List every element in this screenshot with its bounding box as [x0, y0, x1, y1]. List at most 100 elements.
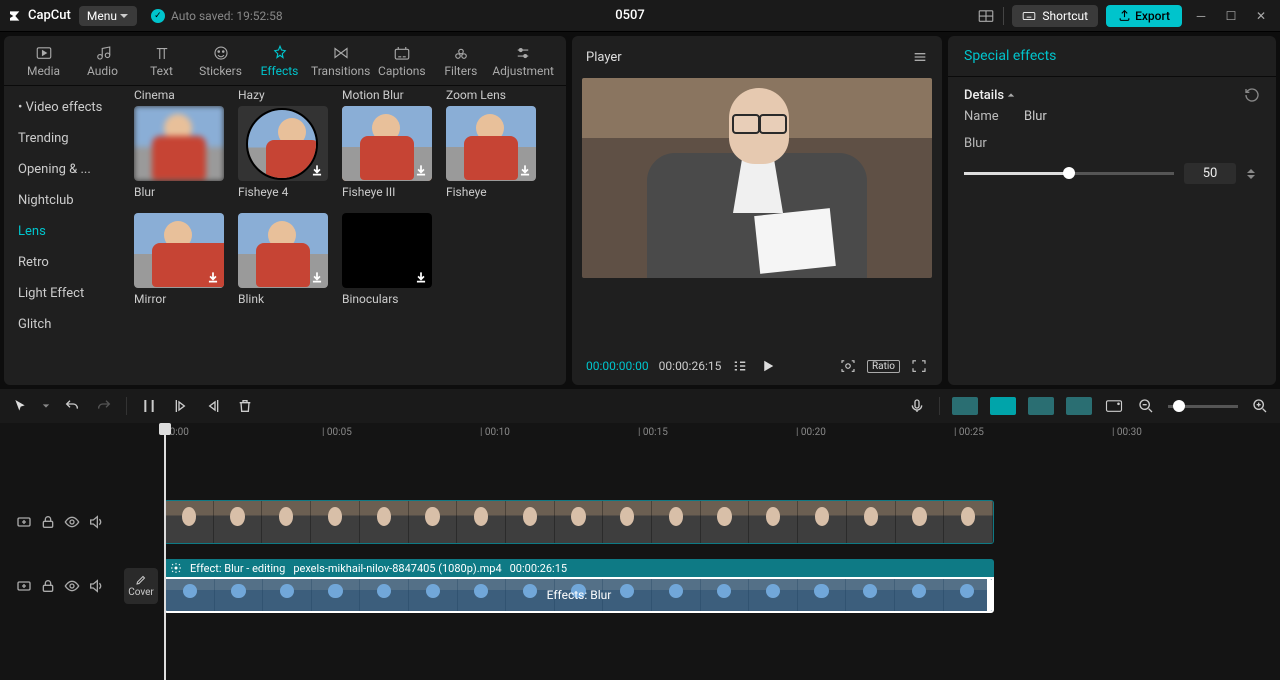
add-track-icon[interactable] — [16, 578, 32, 594]
keyboard-icon — [1022, 9, 1036, 23]
preset-fisheye[interactable]: Fisheye — [446, 106, 536, 199]
mic-icon[interactable] — [907, 396, 927, 416]
speaker-icon[interactable] — [88, 514, 104, 530]
magnet-right-button[interactable] — [1028, 397, 1054, 415]
layout-icon[interactable] — [977, 7, 995, 25]
slider-thumb[interactable] — [1063, 167, 1075, 179]
sidebar-item-lens[interactable]: Lens — [4, 216, 130, 247]
maximize-button[interactable]: ☐ — [1220, 5, 1242, 27]
preset-blink[interactable]: Blink — [238, 213, 328, 306]
chevron-down-icon[interactable] — [42, 402, 50, 410]
preset-label: Hazy — [238, 88, 328, 102]
zoom-thumb[interactable] — [1173, 400, 1185, 412]
clip-frame — [214, 501, 263, 543]
zoom-slider[interactable] — [1168, 405, 1238, 408]
sidebar-item-trending[interactable]: Trending — [4, 123, 130, 154]
tab-captions[interactable]: Captions — [372, 40, 431, 82]
minimize-button[interactable]: ─ — [1190, 5, 1212, 27]
eye-icon[interactable] — [64, 578, 80, 594]
name-value: Blur — [1024, 109, 1047, 124]
stepper-down-icon[interactable] — [1246, 174, 1256, 181]
add-track-icon[interactable] — [16, 514, 32, 530]
undo-button[interactable] — [62, 396, 82, 416]
shortcut-button[interactable]: Shortcut — [1012, 5, 1098, 27]
clip-frame — [846, 579, 895, 611]
delete-tool[interactable] — [235, 396, 255, 416]
frame-capture-icon[interactable] — [839, 357, 857, 375]
sidebar-item-light-effect[interactable]: Light Effect — [4, 278, 130, 309]
preview-toggle-icon[interactable] — [1104, 396, 1124, 416]
clip-frame — [409, 579, 458, 611]
close-button[interactable]: ✕ — [1250, 5, 1272, 27]
timeline[interactable]: 00:00| 00:05| 00:10| 00:15| 00:20| 00:25… — [0, 423, 1280, 680]
preset-fisheye-iii[interactable]: Fisheye III — [342, 106, 432, 199]
split-tool[interactable] — [139, 396, 159, 416]
ratio-button[interactable]: Ratio — [867, 360, 900, 373]
preview-viewport[interactable] — [582, 78, 932, 278]
player-panel: Player 00:00:00:00 00:00:26:15 Ratio — [572, 36, 942, 385]
tab-filters[interactable]: Filters — [431, 40, 490, 82]
video-clip-1[interactable]: pexels-mikhail-nilov-8847405 (1080p).mp4… — [164, 500, 994, 544]
trim-left-tool[interactable] — [171, 396, 191, 416]
sidebar-item-glitch[interactable]: Glitch — [4, 309, 130, 340]
menu-button[interactable]: Menu — [79, 6, 137, 26]
inspector-title: Special effects — [948, 36, 1276, 76]
clip-frame — [360, 579, 409, 611]
sidebar-item-retro[interactable]: Retro — [4, 247, 130, 278]
speaker-icon[interactable] — [88, 578, 104, 594]
export-button[interactable]: Export — [1106, 5, 1182, 27]
effect-clip[interactable]: Effect: Blur - editing pexels-mikhail-ni… — [164, 559, 994, 613]
clip-frame — [944, 501, 993, 543]
lock-icon[interactable] — [40, 514, 56, 530]
eye-icon[interactable] — [64, 514, 80, 530]
cover-label: Cover — [128, 587, 154, 598]
tab-media[interactable]: Media — [14, 40, 73, 82]
tab-audio[interactable]: Audio — [73, 40, 132, 82]
play-button[interactable] — [759, 357, 777, 375]
details-header[interactable]: Details — [964, 88, 1015, 103]
time-current: 00:00:00:00 — [586, 359, 649, 373]
align-button[interactable] — [1066, 397, 1092, 415]
playhead[interactable] — [164, 423, 166, 680]
tab-adjustment[interactable]: Adjustment — [490, 40, 556, 82]
magnet-center-button[interactable] — [990, 397, 1016, 415]
clip-frame — [701, 501, 750, 543]
ruler-tick: | 00:10 — [480, 427, 510, 438]
clip-frame — [944, 579, 993, 611]
time-ruler[interactable]: 00:00| 00:05| 00:10| 00:15| 00:20| 00:25… — [164, 423, 1270, 447]
sidebar-item-video-effects[interactable]: Video effects — [4, 92, 130, 123]
redo-button[interactable] — [94, 396, 114, 416]
tab-stickers[interactable]: Stickers — [191, 40, 250, 82]
hamburger-icon[interactable] — [912, 49, 928, 65]
preset-binoculars[interactable]: Binoculars — [342, 213, 432, 306]
zoom-in-button[interactable] — [1250, 396, 1270, 416]
fullscreen-icon[interactable] — [910, 357, 928, 375]
track1-controls — [10, 514, 120, 530]
download-icon — [414, 163, 428, 177]
zoom-out-button[interactable] — [1136, 396, 1156, 416]
magnet-left-button[interactable] — [952, 397, 978, 415]
clip2-overlay-text: Effects: Blur — [547, 588, 612, 602]
tab-effects[interactable]: Effects — [250, 40, 309, 82]
sidebar-item-opening-[interactable]: Opening & ... — [4, 154, 130, 185]
stepper[interactable] — [1246, 167, 1260, 181]
pointer-tool[interactable] — [10, 396, 30, 416]
tab-text[interactable]: Text — [132, 40, 191, 82]
blur-value-input[interactable]: 50 — [1184, 163, 1236, 184]
reset-icon[interactable] — [1244, 87, 1260, 103]
list-icon[interactable] — [731, 357, 749, 375]
trim-right-tool[interactable] — [203, 396, 223, 416]
clip-frame — [749, 501, 798, 543]
lock-icon[interactable] — [40, 578, 56, 594]
preset-blur[interactable]: Blur — [134, 106, 224, 199]
menu-label: Menu — [87, 9, 117, 23]
cover-button[interactable]: Cover — [124, 568, 158, 604]
time-duration: 00:00:26:15 — [659, 359, 722, 373]
preset-mirror[interactable]: Mirror — [134, 213, 224, 306]
blur-slider[interactable] — [964, 172, 1174, 175]
stepper-up-icon[interactable] — [1246, 167, 1256, 174]
tab-transitions[interactable]: Transitions — [309, 40, 372, 82]
preset-fisheye-4[interactable]: Fisheye 4 — [238, 106, 328, 199]
sidebar-item-nightclub[interactable]: Nightclub — [4, 185, 130, 216]
clip-handle-right[interactable] — [987, 579, 993, 611]
